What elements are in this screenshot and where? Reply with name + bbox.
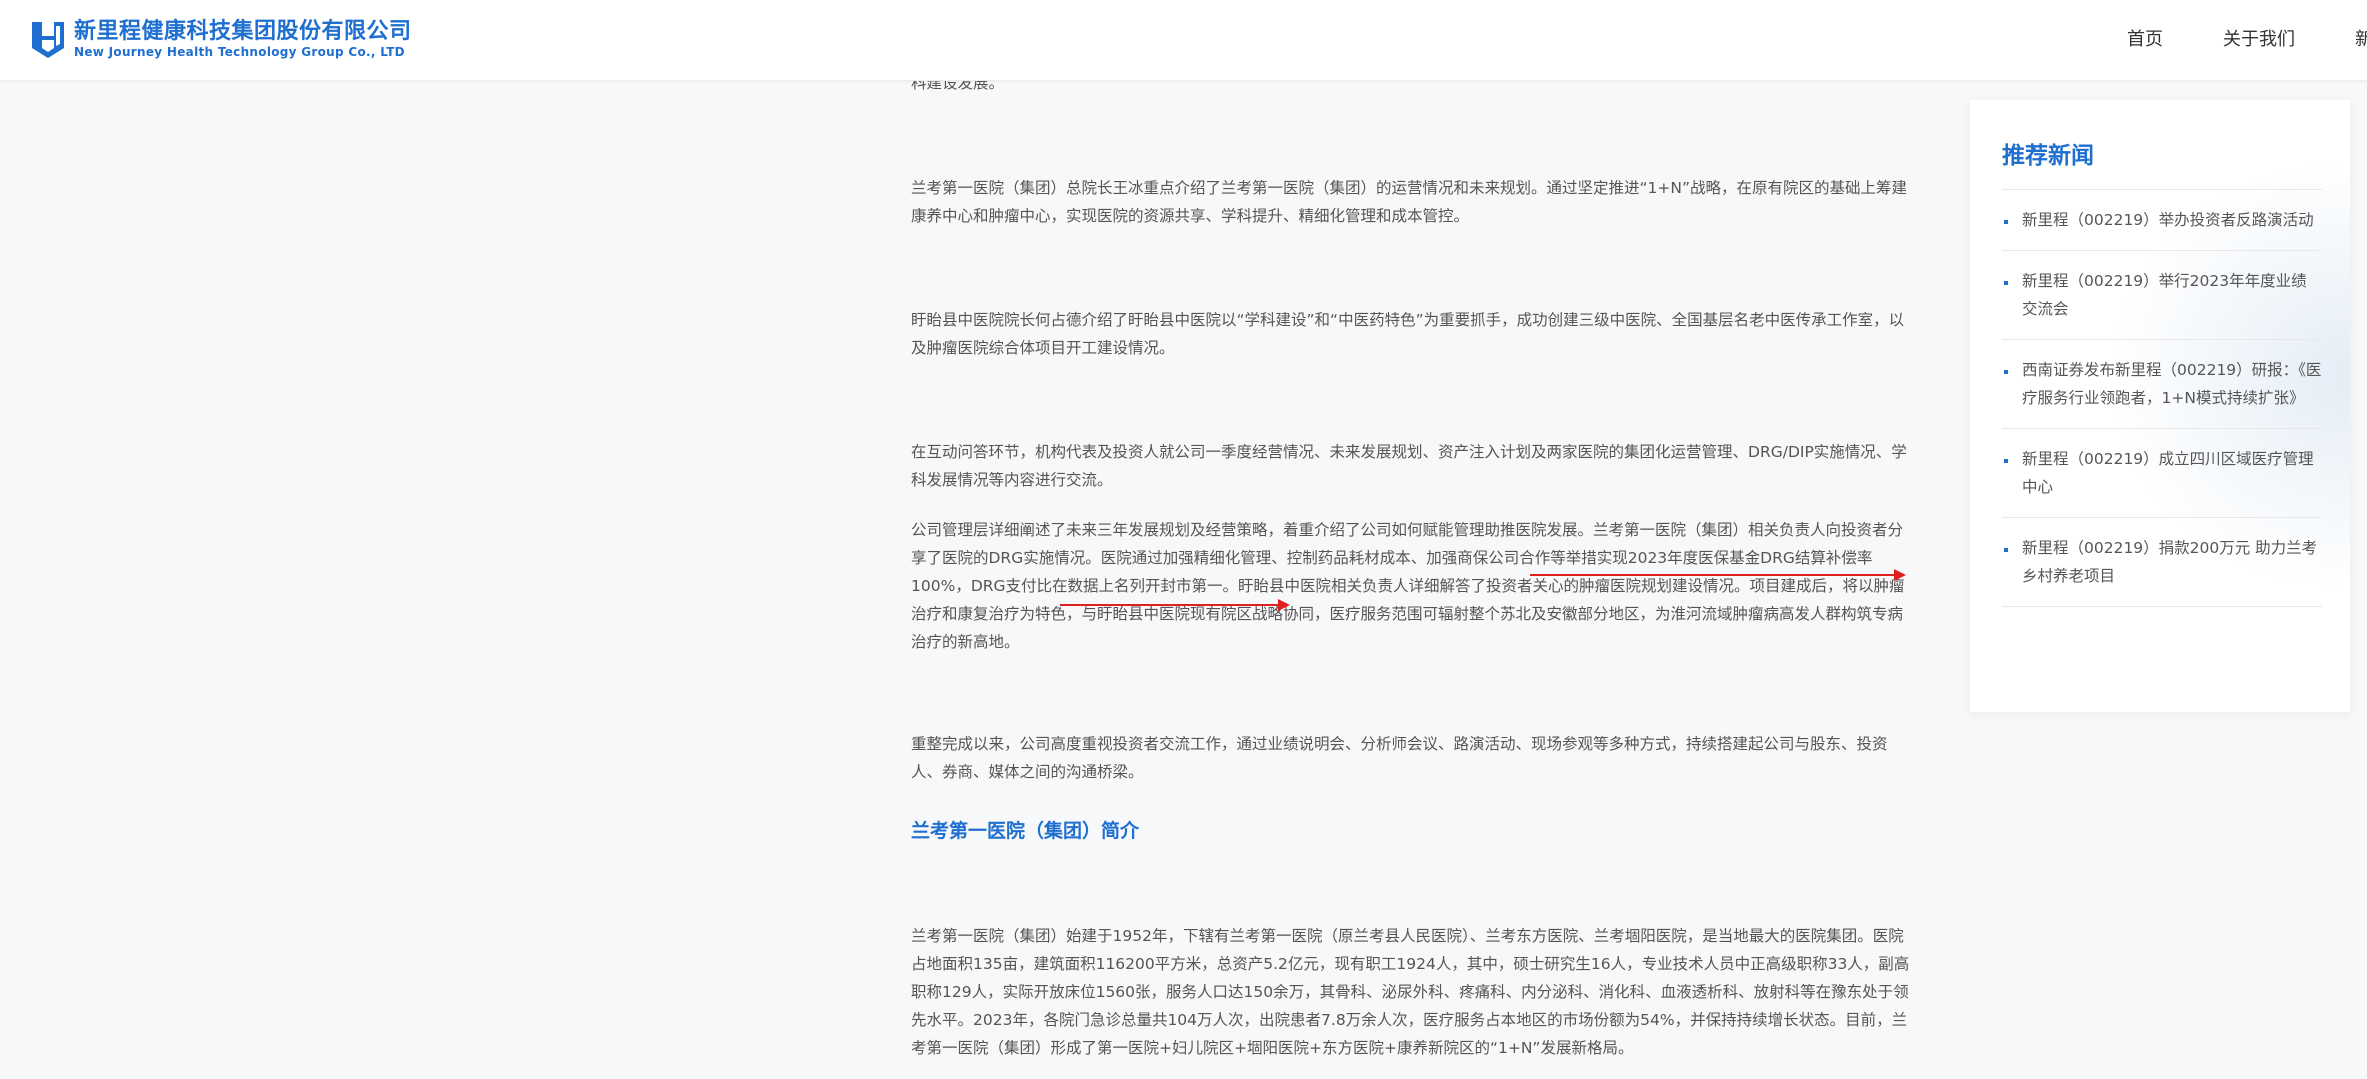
article-paragraph: 公司管理层详细阐述了未来三年发展规划及经营策略，着重介绍了公司如何赋能管理助推医… (911, 521, 1905, 651)
bullet-icon (2004, 459, 2008, 463)
nav-about[interactable]: 关于我们 (2223, 26, 2295, 54)
bullet-icon (2004, 281, 2008, 285)
company-name-cn: 新里程健康科技集团股份有限公司 (74, 19, 412, 44)
news-item-title: 新里程（002219）成立四川区域医疗管理中心 (2022, 450, 2314, 496)
article-paragraph: 兰考第一医院（集团）总院长王冰重点介绍了兰考第一医院（集团）的运营情况和未来规划… (911, 179, 1908, 225)
nav-home[interactable]: 首页 (2127, 26, 2163, 54)
recommended-news-panel: 推荐新闻 新里程（002219）举办投资者反路演活动 新里程（002219）举行… (1970, 100, 2350, 712)
bullet-icon (2004, 548, 2008, 552)
nav-news[interactable]: 新 (2355, 26, 2367, 54)
section-subtitle: 兰考第一医院（集团）简介 (911, 820, 1140, 842)
article-paragraph: 盱眙县中医院院长何占德介绍了盱眙县中医院以“学科建设”和“中医药特色”为重要抓手… (911, 311, 1905, 357)
news-item-title: 新里程（002219）举行2023年年度业绩交流会 (2022, 272, 2307, 318)
recommended-news-list: 新里程（002219）举办投资者反路演活动 新里程（002219）举行2023年… (2002, 189, 2322, 607)
company-name-en: New Journey Health Technology Group Co.,… (74, 45, 405, 59)
bullet-icon (2004, 370, 2008, 374)
news-item[interactable]: 新里程（002219）成立四川区域医疗管理中心 (2002, 428, 2322, 517)
red-annotation-arrow (1530, 569, 1906, 581)
site-header: 新里程健康科技集团股份有限公司 New Journey Health Techn… (0, 0, 2367, 81)
article-paragraph: 重整完成以来，公司高度重视投资者交流工作，通过业绩说明会、分析师会议、路演活动、… (911, 735, 1888, 781)
news-item-title: 西南证券发布新里程（002219）研报：《医疗服务行业领跑者，1+N模式持续扩张… (2022, 361, 2322, 407)
bullet-icon (2004, 220, 2008, 224)
main-nav: 首页 关于我们 新 (2127, 26, 2367, 54)
news-item[interactable]: 新里程（002219）捐款200万元 助力兰考乡村养老项目 (2002, 517, 2322, 607)
company-logo[interactable]: 新里程健康科技集团股份有限公司 New Journey Health Techn… (30, 18, 412, 60)
recommended-news-title: 推荐新闻 (2002, 143, 2094, 169)
news-item-title: 新里程（002219）举办投资者反路演活动 (2022, 211, 2314, 229)
article-paragraph: 在互动问答环节，机构代表及投资人就公司一季度经营情况、未来发展规划、资产注入计划… (911, 443, 1907, 489)
news-item[interactable]: 新里程（002219）举行2023年年度业绩交流会 (2002, 250, 2322, 339)
news-item[interactable]: 西南证券发布新里程（002219）研报：《医疗服务行业领跑者，1+N模式持续扩张… (2002, 339, 2322, 428)
article-paragraph: 兰考第一医院（集团）始建于1952年，下辖有兰考第一医院（原兰考县人民医院）、兰… (911, 927, 1910, 1057)
news-item[interactable]: 新里程（002219）举办投资者反路演活动 (2002, 189, 2322, 250)
news-item-title: 新里程（002219）捐款200万元 助力兰考乡村养老项目 (2022, 539, 2318, 585)
logo-icon (32, 22, 64, 58)
red-annotation-arrow (1060, 599, 1290, 611)
